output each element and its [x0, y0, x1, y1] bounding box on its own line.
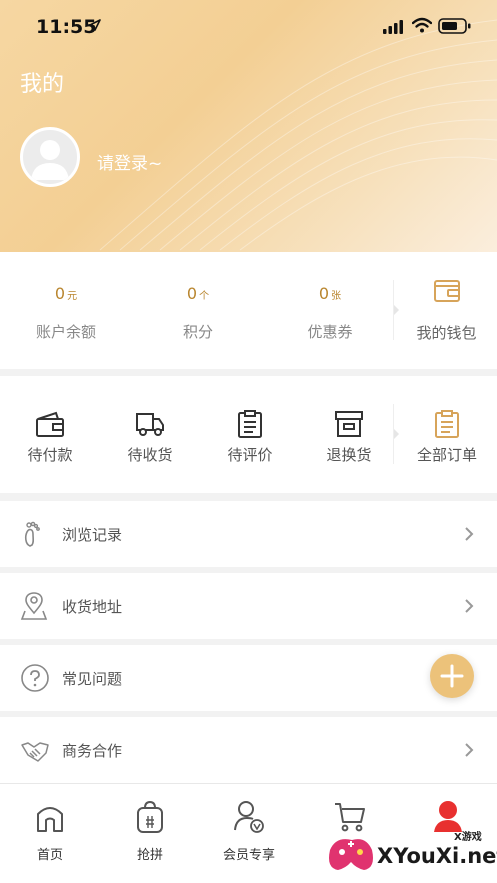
page-title: 我的 [20, 72, 65, 97]
bag-icon [137, 800, 163, 833]
asset-points[interactable]: 0个 积分 [132, 252, 264, 369]
menu-faq[interactable]: 常见问题 [0, 645, 497, 711]
chevron-right-icon [465, 599, 474, 613]
coupons-unit: 张 [331, 291, 342, 302]
tab-group-buy[interactable]: 抢拼 [100, 784, 200, 883]
order-all[interactable]: 全部订单 [397, 376, 497, 493]
location-arrow-icon [89, 19, 101, 31]
watermark-text: XYouXi.net [377, 844, 497, 868]
asset-balance[interactable]: 0元 账户余额 [0, 252, 132, 369]
watermark-small-text: X游戏 [454, 832, 482, 843]
order-pending-receipt[interactable]: 待收货 [100, 376, 200, 493]
chevron-right-icon [465, 527, 474, 541]
wallet-label: 我的钱包 [416, 324, 477, 342]
tab-label: 抢拼 [136, 848, 163, 863]
clipboard-icon [238, 410, 262, 438]
balance-label: 账户余额 [35, 323, 96, 341]
wifi-icon [412, 17, 432, 33]
home-icon [37, 807, 63, 832]
avatar[interactable] [20, 127, 80, 187]
box-icon [335, 411, 363, 437]
points-label: 积分 [182, 323, 213, 341]
menu-label: 浏览记录 [62, 526, 123, 544]
profile-header: 11:55 我的 请登录~ [0, 0, 497, 252]
default-user-icon [31, 140, 69, 180]
order-label: 待评价 [227, 446, 273, 464]
asset-coupons[interactable]: 0张 优惠券 [264, 252, 396, 369]
order-shortcuts: 待付款 待收货 待评价 退换货 全部订单 [0, 376, 497, 493]
order-pending-payment[interactable]: 待付款 [0, 376, 100, 493]
wallet-icon [434, 280, 460, 302]
order-pending-review[interactable]: 待评价 [200, 376, 300, 493]
menu-business-cooperation[interactable]: 商务合作 [0, 717, 497, 783]
order-label: 全部订单 [416, 446, 477, 464]
handshake-icon [21, 742, 49, 762]
menu-shipping-address[interactable]: 收货地址 [0, 573, 497, 639]
order-returns[interactable]: 退换货 [299, 376, 399, 493]
chevron-right-icon [465, 743, 474, 757]
menu-label: 常见问题 [62, 670, 123, 688]
asset-summary: 0元 账户余额 0个 积分 0张 优惠券 我的钱包 [0, 252, 497, 369]
order-label: 待付款 [27, 446, 73, 464]
tab-home[interactable]: 首页 [0, 784, 100, 883]
balance-unit: 元 [67, 291, 78, 302]
truck-icon [136, 413, 164, 436]
status-bar: 11:55 [0, 0, 497, 54]
points-unit: 个 [199, 291, 210, 302]
balance-value: 0 [54, 284, 66, 303]
tab-label: 首页 [36, 848, 63, 863]
footprint-icon [24, 521, 40, 547]
wallet-icon [36, 411, 64, 437]
cellular-signal-icon [383, 20, 403, 34]
member-icon [234, 801, 264, 833]
question-icon [21, 664, 49, 692]
order-label: 退换货 [326, 446, 372, 464]
tab-label: 会员专享 [222, 848, 275, 863]
plus-icon [440, 664, 464, 688]
order-label: 待收货 [127, 446, 173, 464]
tab-member[interactable]: 会员专享 [199, 784, 299, 883]
login-prompt[interactable]: 请登录~ [97, 149, 162, 174]
orders-icon [435, 410, 459, 438]
floating-add-button[interactable] [430, 654, 474, 698]
coupons-value: 0 [318, 284, 330, 303]
location-icon [20, 592, 48, 620]
menu-label: 商务合作 [62, 742, 123, 760]
my-wallet-button[interactable]: 我的钱包 [396, 252, 497, 369]
battery-icon [438, 18, 471, 34]
menu-label: 收货地址 [62, 598, 123, 616]
coupons-label: 优惠券 [307, 323, 353, 341]
menu-browse-history[interactable]: 浏览记录 [0, 501, 497, 567]
points-value: 0 [186, 284, 198, 303]
